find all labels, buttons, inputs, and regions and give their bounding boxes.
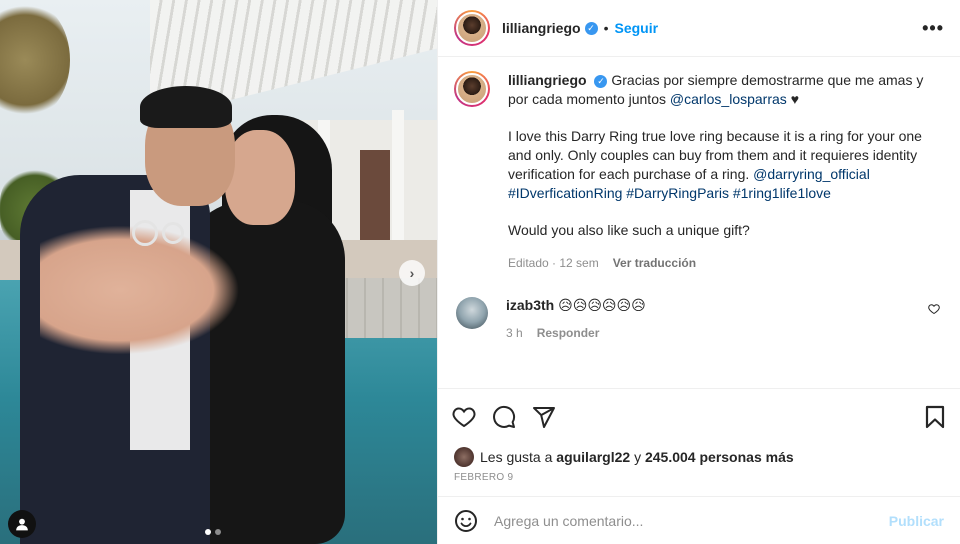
likes-prefix: Les gusta a bbox=[480, 449, 553, 465]
liker-avatar[interactable] bbox=[454, 447, 474, 467]
see-translation-link[interactable]: Ver traducción bbox=[613, 254, 696, 273]
comment-meta: 3 h Responder bbox=[506, 326, 928, 340]
photo-pool-edge bbox=[330, 278, 437, 338]
post-date: FEBRERO 9 bbox=[454, 472, 514, 483]
user-tag-icon bbox=[16, 518, 28, 531]
author-avatar[interactable] bbox=[454, 10, 490, 46]
post-modal: › lilliangriego ✓ • Seguir ••• lilliangr… bbox=[0, 0, 960, 544]
edited-timestamp: Editado · 12 sem bbox=[508, 256, 599, 270]
comment-username[interactable]: izab3th bbox=[506, 297, 554, 313]
smiley-icon[interactable] bbox=[454, 509, 478, 533]
post-header: lilliangriego ✓ • Seguir ••• bbox=[438, 0, 960, 57]
post-photo[interactable]: › bbox=[0, 0, 437, 544]
comment-input[interactable] bbox=[494, 512, 889, 529]
photo-ring bbox=[132, 220, 158, 246]
liker-username[interactable]: aguilargl22 bbox=[556, 449, 630, 465]
carousel-dot-active bbox=[205, 529, 211, 535]
post-actions bbox=[438, 388, 960, 444]
comment-like-heart-icon[interactable] bbox=[928, 303, 940, 315]
verified-badge-icon: ✓ bbox=[594, 74, 608, 88]
caption: lilliangriego ✓ Gracias por siempre demo… bbox=[454, 71, 944, 273]
heart-icon[interactable] bbox=[452, 405, 476, 429]
chevron-right-icon: › bbox=[409, 265, 415, 281]
caption-paragraph: Would you also like such a unique gift? bbox=[508, 222, 750, 238]
photo-man-hair bbox=[140, 86, 232, 128]
caption-meta: Editado · 12 sem Ver traducción bbox=[508, 254, 928, 273]
more-options-icon[interactable]: ••• bbox=[922, 18, 944, 39]
tagged-users-button[interactable] bbox=[8, 510, 36, 538]
reply-button[interactable]: Responder bbox=[537, 326, 600, 340]
post-details-panel: lilliangriego ✓ • Seguir ••• lilliangrie… bbox=[437, 0, 960, 544]
comment-text: izab3th 😥😥😥😥😥😥 bbox=[506, 297, 928, 314]
comment-emojis: 😥😥😥😥😥😥 bbox=[558, 298, 646, 314]
caption-username[interactable]: lilliangriego bbox=[508, 72, 587, 88]
likes-summary: Les gusta a aguilargl22 y 245.004 person… bbox=[438, 444, 960, 470]
caption-avatar[interactable] bbox=[454, 71, 490, 107]
bookmark-icon[interactable] bbox=[924, 405, 946, 429]
heart-glyph: ♥ bbox=[790, 91, 799, 107]
comment-time: 3 h bbox=[506, 326, 523, 340]
comment-bubble-icon[interactable] bbox=[492, 405, 516, 429]
publish-button[interactable]: Publicar bbox=[889, 513, 944, 529]
likes-count[interactable]: 245.004 personas más bbox=[645, 449, 794, 465]
caption-mention[interactable]: @carlos_losparras bbox=[670, 91, 787, 107]
comment-avatar[interactable] bbox=[456, 297, 488, 329]
add-comment-bar: Publicar bbox=[438, 496, 960, 544]
author-username[interactable]: lilliangriego bbox=[502, 20, 581, 36]
caption-text: lilliangriego ✓ Gracias por siempre demo… bbox=[508, 71, 928, 273]
photo-ring bbox=[162, 222, 184, 244]
photo-column bbox=[392, 110, 404, 260]
header-separator: • bbox=[603, 20, 609, 36]
carousel-dots bbox=[205, 529, 221, 535]
comment-body: izab3th 😥😥😥😥😥😥 3 h Responder bbox=[506, 297, 928, 340]
paper-plane-icon[interactable] bbox=[532, 405, 556, 429]
photo-woman-face bbox=[225, 130, 295, 225]
carousel-dot bbox=[215, 529, 221, 535]
carousel-next-button[interactable]: › bbox=[399, 260, 425, 286]
follow-button[interactable]: Seguir bbox=[614, 20, 658, 36]
verified-badge-icon: ✓ bbox=[584, 21, 598, 35]
comment-item: izab3th 😥😥😥😥😥😥 3 h Responder bbox=[454, 297, 944, 340]
comments-area[interactable]: lilliangriego ✓ Gracias por siempre demo… bbox=[438, 57, 960, 388]
likes-join: y bbox=[634, 449, 642, 465]
